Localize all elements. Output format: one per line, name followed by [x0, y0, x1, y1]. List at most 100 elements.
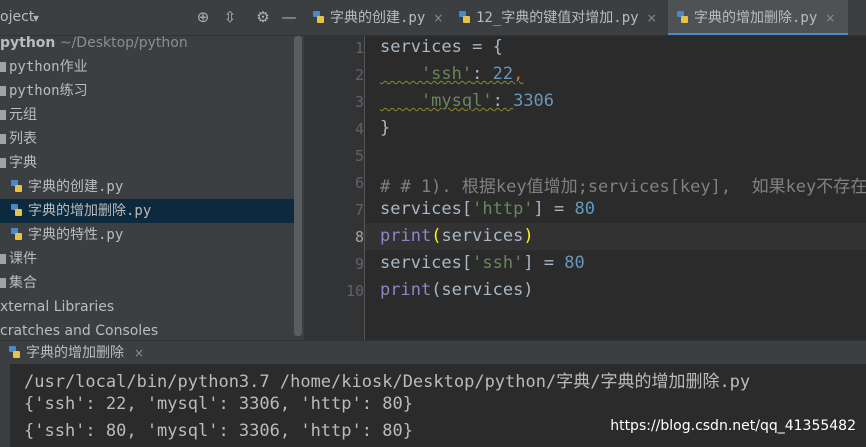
project-panel-title[interactable]: oject	[0, 9, 34, 25]
tree-label: 字典的特性.py	[28, 227, 124, 243]
python-file-icon	[11, 180, 22, 192]
number-literal: 22	[492, 64, 514, 84]
folder-icon	[0, 110, 6, 120]
line-number-current: 8	[354, 228, 364, 246]
tree-root-path: ~/Desktop/python	[59, 35, 188, 51]
tab-dict-add-delete[interactable]: 字典的增加删除.py ×	[668, 0, 848, 35]
tab-dict-create[interactable]: 字典的创建.py ×	[304, 0, 448, 35]
code-line-1[interactable]: services = {	[380, 37, 503, 57]
code-line-4[interactable]: }	[380, 118, 390, 138]
tree-scratches[interactable]: cratches and Consoles	[0, 319, 294, 340]
tree-label: 字典的创建.py	[28, 179, 124, 195]
tree-folder[interactable]: 课件	[0, 247, 294, 271]
tree-file[interactable]: 字典的创建.py	[0, 175, 294, 199]
tree-root-name: python	[0, 35, 56, 51]
python-file-icon	[677, 11, 688, 23]
line-number: 10	[345, 282, 364, 300]
run-console[interactable]: /usr/local/bin/python3.7 /home/kiosk/Des…	[0, 364, 866, 447]
tree-folder[interactable]: 元组	[0, 103, 294, 127]
close-icon[interactable]: ×	[825, 11, 835, 25]
tree-label: 元组	[9, 107, 37, 123]
crosshair-icon[interactable]: ⊕	[194, 8, 212, 26]
gear-icon[interactable]: ⚙	[254, 8, 272, 26]
console-output-line: {'ssh': 22, 'mysql': 3306, 'http': 80}	[24, 394, 413, 414]
tree-label: 课件	[9, 251, 37, 267]
run-toolbar-strip	[0, 364, 10, 447]
tree-root[interactable]: python ~/Desktop/python	[0, 31, 294, 55]
tree-label: 集合	[9, 275, 37, 291]
code-line-9[interactable]: services['ssh'] = 80	[380, 253, 585, 273]
comment-text: # # 1). 根据key值增加;services[key], 如果key不存在	[380, 177, 866, 197]
code-text: services[	[380, 199, 473, 219]
close-icon[interactable]: ×	[134, 346, 144, 360]
builtin-function: print	[380, 280, 432, 300]
run-tab-label: 字典的增加删除	[26, 345, 124, 361]
code-text: ,	[513, 64, 524, 84]
code-text: ] =	[523, 253, 565, 273]
line-number: 1	[354, 39, 364, 57]
code-text: (services)	[431, 280, 534, 300]
code-line-10[interactable]: print(services)	[380, 280, 534, 300]
code-line-8[interactable]: print(services)	[380, 226, 534, 246]
tree-folder[interactable]: python作业	[0, 55, 294, 79]
tab-label: 12_字典的键值对增加.py	[476, 10, 639, 26]
line-number: 2	[354, 66, 364, 84]
project-panel: oject ▾ ⊕ ⇳ ⚙ — python ~/Desktop/python …	[0, 0, 304, 340]
minimize-icon[interactable]: —	[280, 8, 298, 26]
run-tab[interactable]: 字典的增加删除 ×	[0, 341, 144, 365]
string-literal: 'ssh'	[380, 64, 473, 84]
code-line-7[interactable]: services['http'] = 80	[380, 199, 595, 219]
line-number: 9	[354, 255, 364, 273]
code-text: :	[492, 91, 514, 111]
code-text: services[	[380, 253, 473, 273]
tree-file[interactable]: 字典的特性.py	[0, 223, 294, 247]
close-icon[interactable]: ×	[433, 11, 443, 25]
tree-label: cratches and Consoles	[0, 323, 159, 339]
python-file-icon	[313, 11, 324, 23]
console-output-line: {'ssh': 80, 'mysql': 3306, 'http': 80}	[24, 421, 413, 441]
code-text: services	[441, 226, 524, 246]
tree-folder[interactable]: 字典	[0, 151, 294, 175]
project-scrollbar[interactable]	[294, 36, 302, 338]
tree-folder[interactable]: python练习	[0, 79, 294, 103]
string-literal: 'http'	[472, 199, 534, 219]
code-line-3[interactable]: 'mysql': 3306	[380, 91, 554, 111]
console-command-line: /usr/local/bin/python3.7 /home/kiosk/Des…	[24, 372, 751, 392]
folder-icon	[0, 86, 6, 96]
python-file-icon	[459, 11, 470, 23]
code-line-2[interactable]: 'ssh': 22,	[380, 64, 523, 84]
folder-icon	[0, 62, 6, 72]
tab-label: 字典的创建.py	[330, 10, 426, 26]
tree-file-selected[interactable]: 字典的增加删除.py	[0, 199, 294, 223]
code-editor[interactable]: 1 2 3 4 5 6 7 8 9 10 services = { 'ssh':…	[304, 36, 866, 340]
tree-folder[interactable]: 列表	[0, 127, 294, 151]
number-literal: 80	[574, 199, 595, 219]
folder-icon	[0, 158, 6, 168]
number-literal: 3306	[513, 91, 555, 111]
gutter-divider	[364, 36, 365, 340]
string-literal: 'mysql'	[380, 91, 493, 111]
code-text: ] =	[533, 199, 575, 219]
bracket-highlight: )	[523, 226, 534, 246]
watermark-url: https://blog.csdn.net/qq_41355482	[610, 418, 856, 434]
tree-external-libraries[interactable]: xternal Libraries	[0, 295, 294, 319]
tree-label: python作业	[9, 59, 88, 75]
code-line-6[interactable]: # # 1). 根据key值增加;services[key], 如果key不存在	[380, 172, 866, 197]
editor-tab-bar: 字典的创建.py × 12_字典的键值对增加.py × 字典的增加删除.py ×	[304, 0, 866, 36]
tree-folder[interactable]: 集合	[0, 271, 294, 295]
bracket-highlight: (	[431, 226, 442, 246]
folder-icon	[0, 254, 6, 264]
tree-label: xternal Libraries	[0, 299, 115, 315]
python-file-icon	[11, 204, 22, 216]
code-text: services = {	[380, 37, 503, 57]
string-literal: 'ssh'	[472, 253, 524, 273]
scrollbar-thumb[interactable]	[294, 36, 302, 336]
collapse-icon[interactable]: ⇳	[221, 8, 239, 26]
code-text: :	[472, 64, 493, 84]
tree-label: python练习	[9, 83, 88, 99]
builtin-function: print	[380, 226, 432, 246]
dropdown-caret-icon[interactable]: ▾	[33, 11, 39, 25]
tab-dict-kv-add[interactable]: 12_字典的键值对增加.py ×	[450, 0, 666, 35]
close-icon[interactable]: ×	[647, 11, 657, 25]
code-text: }	[380, 118, 391, 138]
